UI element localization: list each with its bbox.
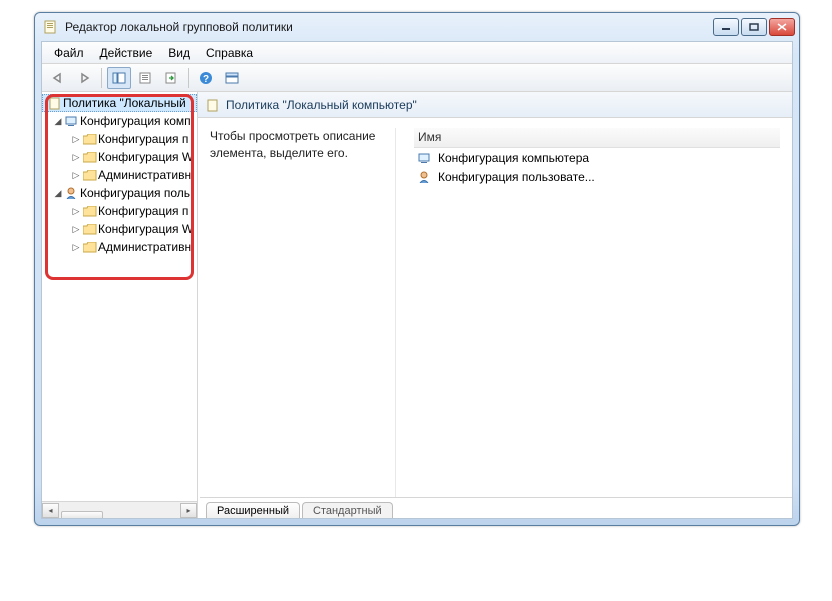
tree-item[interactable]: ▷ Конфигурация п xyxy=(42,202,197,220)
scroll-thumb[interactable] xyxy=(61,511,103,518)
tree-item[interactable]: ▷ Конфигурация W xyxy=(42,220,197,238)
menu-help[interactable]: Справка xyxy=(198,44,261,62)
tree-label: Конфигурация поль xyxy=(80,186,190,200)
tree-label: Административн xyxy=(98,240,191,254)
tab-standard[interactable]: Стандартный xyxy=(302,502,393,518)
tree-view[interactable]: Политика "Локальный ◢ Конфигурация комп … xyxy=(42,92,197,501)
collapse-icon[interactable]: ◢ xyxy=(52,116,64,127)
toolbar: ? xyxy=(42,64,792,92)
list-item-label: Конфигурация пользовате... xyxy=(438,170,595,184)
toolbar-separator xyxy=(101,68,102,88)
detail-body: Чтобы просмотреть описание элемента, выд… xyxy=(198,118,792,497)
column-header-name[interactable]: Имя xyxy=(414,128,780,148)
tree-label: Конфигурация п xyxy=(98,204,188,218)
list-item[interactable]: Конфигурация компьютера xyxy=(414,148,780,167)
client-area: Файл Действие Вид Справка ? Политика "Ло… xyxy=(41,41,793,519)
app-window: Редактор локальной групповой политики Фа… xyxy=(34,12,800,526)
list-column: Имя Конфигурация компьютера Конфигурация… xyxy=(414,128,780,497)
tree-user-config[interactable]: ◢ Конфигурация поль xyxy=(42,184,197,202)
detail-pane: Политика "Локальный компьютер" Чтобы про… xyxy=(198,92,792,518)
tree-item[interactable]: ▷ Административн xyxy=(42,238,197,256)
folder-icon xyxy=(82,206,98,217)
description-text: Чтобы просмотреть описание элемента, выд… xyxy=(210,128,389,162)
tab-extended[interactable]: Расширенный xyxy=(206,502,300,518)
window-title: Редактор локальной групповой политики xyxy=(65,20,713,34)
description-column: Чтобы просмотреть описание элемента, выд… xyxy=(210,128,396,497)
menu-view[interactable]: Вид xyxy=(160,44,198,62)
folder-icon xyxy=(82,242,98,253)
expand-icon[interactable]: ▷ xyxy=(70,134,82,145)
tree-root[interactable]: Политика "Локальный xyxy=(42,94,197,112)
expand-icon[interactable]: ▷ xyxy=(70,242,82,253)
collapse-icon[interactable]: ◢ xyxy=(52,188,64,199)
policy-icon xyxy=(206,98,220,112)
expand-icon[interactable]: ▷ xyxy=(70,224,82,235)
scroll-right-button[interactable]: ▸ xyxy=(180,503,197,518)
tree-item[interactable]: ▷ Конфигурация п xyxy=(42,130,197,148)
menu-action[interactable]: Действие xyxy=(92,44,161,62)
list-item[interactable]: Конфигурация пользовате... xyxy=(414,167,780,186)
show-tree-button[interactable] xyxy=(107,67,131,89)
folder-icon xyxy=(82,224,98,235)
user-icon xyxy=(64,187,80,199)
scroll-left-button[interactable]: ◂ xyxy=(42,503,59,518)
menu-bar: Файл Действие Вид Справка xyxy=(42,42,792,64)
tree-scrollbar[interactable]: ◂ ▸ xyxy=(42,501,197,518)
forward-button[interactable] xyxy=(72,67,96,89)
toolbar-separator xyxy=(188,68,189,88)
tree-label: Конфигурация W xyxy=(98,222,193,236)
tree-pane: Политика "Локальный ◢ Конфигурация комп … xyxy=(42,92,198,518)
tree-label: Конфигурация комп xyxy=(80,114,191,128)
work-area: Политика "Локальный ◢ Конфигурация комп … xyxy=(42,92,792,518)
tree-label: Политика "Локальный xyxy=(63,96,186,110)
menu-file[interactable]: Файл xyxy=(46,44,92,62)
tree-item[interactable]: ▷ Конфигурация W xyxy=(42,148,197,166)
detail-title: Политика "Локальный компьютер" xyxy=(226,98,417,112)
tab-bar: Расширенный Стандартный xyxy=(200,497,792,518)
title-bar: Редактор локальной групповой политики xyxy=(35,13,799,41)
policy-icon xyxy=(47,96,63,110)
computer-icon xyxy=(64,115,80,127)
folder-icon xyxy=(82,134,98,145)
minimize-button[interactable] xyxy=(713,18,739,36)
help-button[interactable]: ? xyxy=(194,67,218,89)
expand-icon[interactable]: ▷ xyxy=(70,206,82,217)
window-buttons xyxy=(713,18,795,36)
detail-header: Политика "Локальный компьютер" xyxy=(198,92,792,118)
properties-button[interactable] xyxy=(133,67,157,89)
back-button[interactable] xyxy=(46,67,70,89)
computer-icon xyxy=(418,152,432,164)
tree-label: Административн xyxy=(98,168,191,182)
expand-icon[interactable]: ▷ xyxy=(70,170,82,181)
close-button[interactable] xyxy=(769,18,795,36)
tree-item[interactable]: ▷ Административн xyxy=(42,166,197,184)
folder-icon xyxy=(82,170,98,181)
maximize-button[interactable] xyxy=(741,18,767,36)
app-icon xyxy=(43,19,59,35)
filter-button[interactable] xyxy=(220,67,244,89)
svg-text:?: ? xyxy=(203,74,209,85)
tree-computer-config[interactable]: ◢ Конфигурация комп xyxy=(42,112,197,130)
tree-label: Конфигурация W xyxy=(98,150,193,164)
list-item-label: Конфигурация компьютера xyxy=(438,151,589,165)
refresh-button[interactable] xyxy=(159,67,183,89)
tree-label: Конфигурация п xyxy=(98,132,188,146)
user-icon xyxy=(418,171,432,183)
expand-icon[interactable]: ▷ xyxy=(70,152,82,163)
folder-icon xyxy=(82,152,98,163)
